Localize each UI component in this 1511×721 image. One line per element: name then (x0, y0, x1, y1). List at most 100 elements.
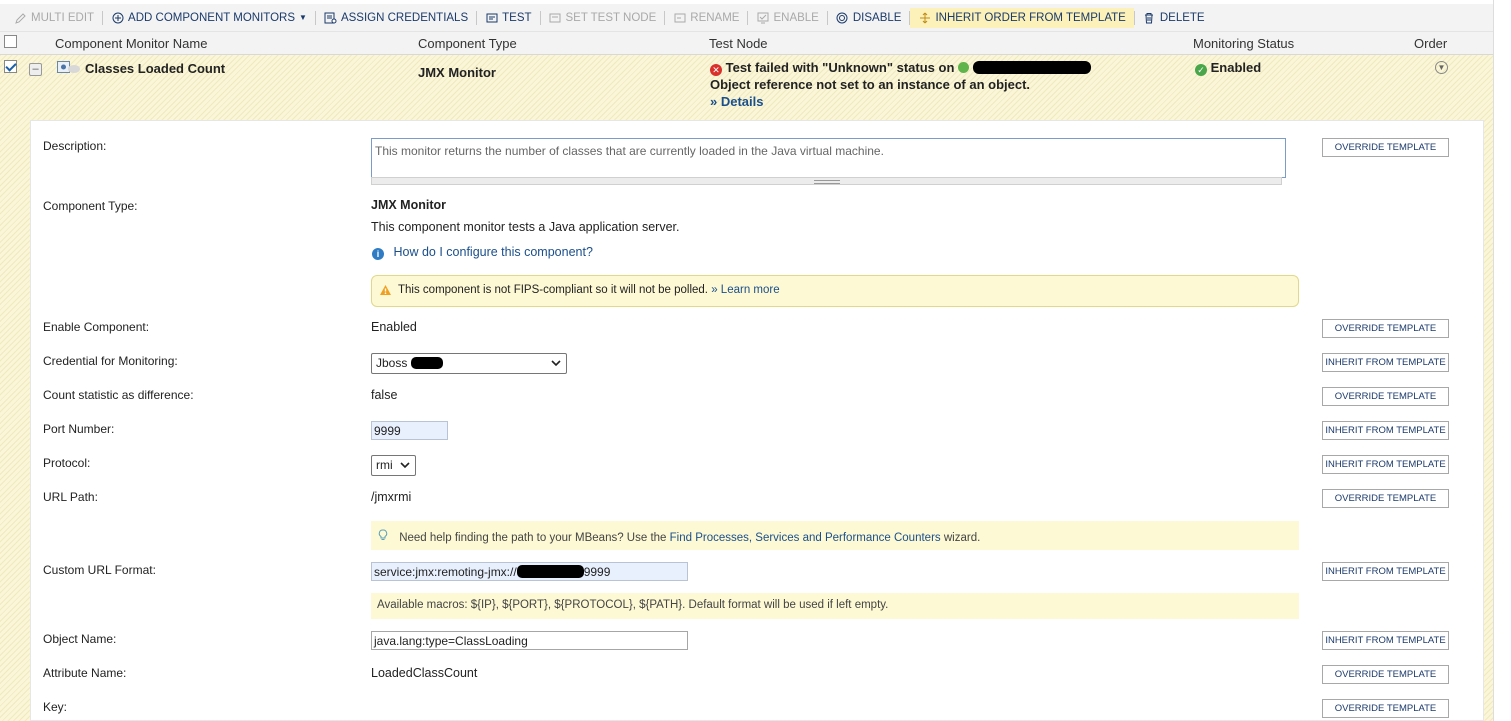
url-path-value: /jmxrmi (371, 490, 412, 504)
monitor-type: JMX Monitor (418, 65, 496, 80)
pencil-icon (14, 11, 27, 24)
disable-button[interactable]: DISABLE (828, 8, 910, 28)
override-template-button[interactable]: OVERRIDE TEMPLATE (1322, 489, 1449, 508)
check-circle-icon: ✓ (1195, 64, 1207, 76)
custom-url-input[interactable]: service:jmx:remoting-jmx:// 9999 (371, 562, 688, 581)
inherit-template-button[interactable]: INHERIT FROM TEMPLATE (1322, 631, 1449, 650)
redacted-node-name (972, 61, 1091, 74)
test-screen-icon (485, 11, 498, 24)
inherit-order-button[interactable]: INHERIT ORDER FROM TEMPLATE (910, 7, 1134, 28)
test-error-message: Object reference not set to an instance … (710, 77, 1031, 92)
inherit-template-button[interactable]: INHERIT FROM TEMPLATE (1322, 353, 1449, 372)
description-textarea[interactable]: This monitor returns the number of class… (371, 138, 1286, 178)
inherit-template-button[interactable]: INHERIT FROM TEMPLATE (1322, 421, 1449, 440)
enable-icon (756, 11, 769, 24)
column-header-order[interactable]: Order (1414, 36, 1447, 51)
test-result-text: Test failed with "Unknown" status on (725, 60, 955, 75)
column-header-name[interactable]: Component Monitor Name (55, 36, 207, 51)
override-template-button[interactable]: OVERRIDE TEMPLATE (1322, 699, 1449, 718)
monitor-name[interactable]: Classes Loaded Count (85, 61, 225, 76)
configure-help: i How do I configure this component? (372, 245, 593, 260)
count-difference-label: Count statistic as difference: (43, 388, 194, 402)
test-button[interactable]: TEST (477, 8, 539, 28)
custom-url-label: Custom URL Format: (43, 563, 156, 577)
collapse-row-button[interactable]: – (29, 63, 42, 76)
info-icon: i (372, 248, 384, 260)
column-header-test-node[interactable]: Test Node (709, 36, 768, 51)
override-template-button[interactable]: OVERRIDE TEMPLATE (1322, 138, 1449, 157)
disable-icon (836, 11, 849, 24)
multi-edit-button[interactable]: MULTI EDIT (6, 8, 102, 28)
test-label: TEST (502, 11, 532, 24)
attribute-name-label: Attribute Name: (43, 666, 127, 680)
learn-more-link[interactable]: » Learn more (711, 284, 779, 296)
url-path-label: URL Path: (43, 490, 98, 504)
details-link[interactable]: » Details (710, 94, 763, 109)
protocol-label: Protocol: (43, 456, 91, 470)
vertical-scrollbar[interactable] (1493, 0, 1511, 721)
delete-label: DELETE (1159, 11, 1205, 24)
override-template-button[interactable]: OVERRIDE TEMPLATE (1322, 387, 1449, 406)
chevron-down-icon (551, 357, 561, 371)
trash-icon (1143, 11, 1156, 24)
column-header-type[interactable]: Component Type (418, 36, 517, 51)
inherit-order-label: INHERIT ORDER FROM TEMPLATE (935, 11, 1126, 24)
add-component-monitors-button[interactable]: ADD COMPONENT MONITORS ▼ (103, 8, 315, 28)
select-all-checkbox[interactable] (4, 35, 17, 48)
protocol-select[interactable]: rmi (371, 455, 416, 476)
port-number-input[interactable]: 9999 (371, 421, 448, 440)
override-template-button[interactable]: OVERRIDE TEMPLATE (1322, 665, 1449, 684)
rename-button[interactable]: RENAME (665, 8, 747, 28)
credentials-icon (324, 11, 337, 24)
chevron-down-icon[interactable]: ▼ (1435, 61, 1448, 74)
port-number-label: Port Number: (43, 422, 115, 436)
component-type-description: This component monitor tests a Java appl… (371, 220, 680, 234)
add-component-monitors-label: ADD COMPONENT MONITORS (128, 11, 296, 24)
lightbulb-icon (378, 529, 390, 544)
chevron-down-icon (400, 459, 410, 473)
redacted-credential (410, 357, 443, 369)
override-template-button[interactable]: OVERRIDE TEMPLATE (1322, 319, 1449, 338)
macros-hint: Available macros: ${IP}, ${PORT}, ${PROT… (371, 593, 1299, 619)
attribute-name-value: LoadedClassCount (371, 666, 478, 680)
enable-button[interactable]: ENABLE (748, 8, 826, 28)
credential-label: Credential for Monitoring: (43, 354, 178, 368)
configure-help-link[interactable]: How do I configure this component? (393, 245, 592, 259)
custom-url-prefix: service:jmx:remoting-jmx:// (374, 565, 517, 579)
move-arrows-icon (918, 11, 931, 24)
description-label: Description: (43, 139, 107, 153)
mbeans-hint-text: Need help finding the path to your MBean… (399, 532, 667, 544)
enable-component-label: Enable Component: (43, 320, 150, 334)
find-processes-link[interactable]: Find Processes, Services and Performance… (670, 532, 941, 544)
mbeans-help-hint: Need help finding the path to your MBean… (371, 521, 1299, 550)
delete-button[interactable]: DELETE (1135, 8, 1213, 28)
disable-label: DISABLE (852, 11, 902, 24)
credential-selected-value: Jboss (376, 356, 408, 370)
inherit-template-button[interactable]: INHERIT FROM TEMPLATE (1322, 455, 1449, 474)
object-name-input[interactable]: java.lang:type=ClassLoading (371, 631, 688, 650)
warning-icon (379, 284, 392, 299)
assign-credentials-button[interactable]: ASSIGN CREDENTIALS (316, 8, 476, 28)
component-monitor-icon (57, 61, 80, 75)
count-difference-value: false (371, 388, 398, 402)
component-type-label: Component Type: (43, 199, 138, 213)
enable-label: ENABLE (773, 11, 819, 24)
column-header-status[interactable]: Monitoring Status (1193, 36, 1294, 51)
set-test-node-label: SET TEST NODE (565, 11, 657, 24)
assign-credentials-label: ASSIGN CREDENTIALS (340, 11, 469, 24)
inherit-template-button[interactable]: INHERIT FROM TEMPLATE (1322, 562, 1449, 581)
rename-icon (673, 11, 686, 24)
redacted-host (516, 565, 584, 578)
set-test-node-button[interactable]: SET TEST NODE (541, 8, 665, 28)
test-result: ✕ Test failed with "Unknown" status on (710, 60, 1091, 76)
enable-component-value: Enabled (371, 320, 417, 334)
row-select-checkbox[interactable] (4, 60, 17, 73)
fips-warning-text: This component is not FIPS-compliant so … (398, 284, 709, 296)
rename-label: RENAME (690, 11, 740, 24)
plus-circle-icon (111, 11, 124, 24)
monitoring-status: ✓ Enabled (1195, 60, 1261, 76)
credential-select[interactable]: Jboss (371, 353, 567, 374)
component-type-name: JMX Monitor (371, 198, 446, 212)
multi-edit-label: MULTI EDIT (31, 11, 95, 24)
textarea-resize-handle[interactable] (371, 177, 1282, 185)
